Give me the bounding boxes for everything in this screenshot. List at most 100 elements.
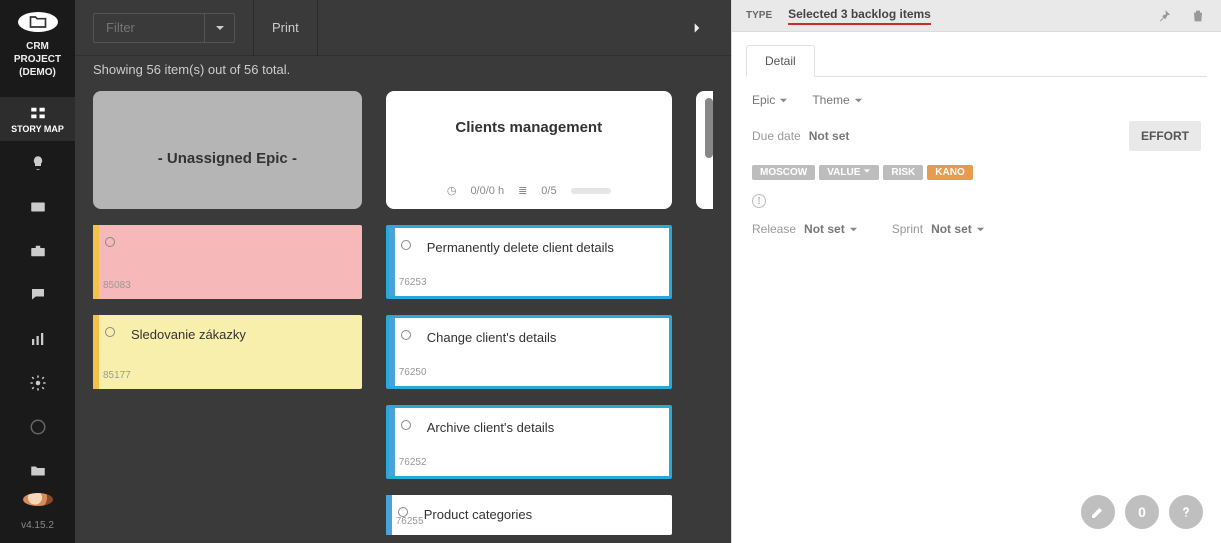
status-dot-icon	[401, 420, 411, 430]
count-button[interactable]: 0	[1125, 495, 1159, 529]
backlog-card[interactable]: Sledovanie zákazky 85177	[93, 315, 362, 389]
showing-count: Showing 56 item(s) out of 56 total.	[75, 56, 731, 87]
card-title: Permanently delete client details	[427, 240, 659, 257]
caret-down-icon	[779, 96, 788, 105]
sidebar-item-reports[interactable]	[0, 317, 75, 361]
due-date-value[interactable]: Not set	[809, 129, 850, 143]
grid-icon	[29, 104, 47, 122]
tag-risk[interactable]: RISK	[883, 165, 923, 180]
project-name: CRM PROJECT (DEMO)	[0, 40, 75, 79]
filter-dropdown-button[interactable]	[204, 13, 234, 43]
panel-actions: 0	[1081, 495, 1203, 529]
sidebar: CRM PROJECT (DEMO) STORY MAP v4.15.2	[0, 0, 75, 543]
pencil-icon	[1090, 504, 1106, 520]
filter-input[interactable]	[94, 20, 204, 35]
sidebar-item-label: STORY MAP	[11, 124, 64, 134]
card-id: 85083	[103, 280, 131, 291]
sprint-dropdown[interactable]: Not set	[931, 222, 985, 236]
topbar: Print	[75, 0, 731, 56]
chart-icon	[29, 330, 47, 348]
gear-icon	[29, 374, 47, 392]
collapse-panel-button[interactable]	[681, 12, 713, 44]
progress-bar	[571, 188, 611, 194]
sidebar-item-settings[interactable]	[0, 361, 75, 405]
epic-progress: 0/5	[541, 185, 556, 197]
chevron-right-icon	[690, 21, 704, 35]
tab-detail[interactable]: Detail	[746, 45, 815, 77]
circle-icon	[29, 418, 47, 436]
column-clients-management: Clients management ◷ 0/0/0 h ≣ 0/5 Perma…	[386, 91, 672, 525]
card-stripe	[386, 495, 392, 535]
status-dot-icon	[105, 327, 115, 337]
epic-header-unassigned[interactable]: - Unassigned Epic -	[93, 91, 362, 209]
briefcase-icon	[29, 242, 47, 260]
warning-icon: !	[752, 194, 766, 208]
selection-title: Selected 3 backlog items	[788, 7, 931, 25]
release-dropdown[interactable]: Not set	[804, 222, 858, 236]
epic-time: 0/0/0 h	[470, 185, 504, 197]
edit-button[interactable]	[1081, 495, 1115, 529]
type-label: TYPE	[746, 10, 772, 21]
backlog-card[interactable]: 85083	[93, 225, 362, 299]
pin-icon	[1156, 8, 1172, 24]
sprint-label: Sprint	[892, 222, 923, 236]
tag-value[interactable]: VALUE	[819, 165, 879, 180]
filter-control	[93, 13, 235, 43]
backlog-card[interactable]: Permanently delete client details 76253	[386, 225, 672, 299]
card-stripe	[93, 315, 99, 389]
column-unassigned-epic: - Unassigned Epic - 85083 Sledovanie zák…	[93, 91, 362, 525]
tag-kano[interactable]: KANO	[927, 165, 972, 180]
print-button[interactable]: Print	[272, 20, 299, 35]
card-id: 85177	[103, 370, 131, 381]
chat-icon	[29, 286, 47, 304]
sidebar-item-sprints[interactable]	[0, 229, 75, 273]
question-icon	[1178, 504, 1194, 520]
sidebar-item-backlog[interactable]	[0, 185, 75, 229]
sidebar-item-chat[interactable]	[0, 273, 75, 317]
separator	[317, 0, 318, 56]
list-icon: ≣	[518, 184, 527, 197]
panel-header: TYPE Selected 3 backlog items	[732, 0, 1221, 32]
pin-button[interactable]	[1155, 7, 1173, 25]
user-avatar[interactable]	[23, 493, 53, 506]
folder-icon	[28, 12, 48, 32]
delete-button[interactable]	[1189, 7, 1207, 25]
project-logo[interactable]	[18, 12, 58, 32]
card-stripe	[389, 318, 395, 386]
clock-icon: ◷	[447, 184, 457, 197]
panel-tabs: Detail	[732, 32, 1221, 77]
card-title: Archive client's details	[427, 420, 659, 437]
backlog-card[interactable]: Change client's details 76250	[386, 315, 672, 389]
card-id: 76250	[399, 367, 427, 378]
status-dot-icon	[105, 237, 115, 247]
status-dot-icon	[401, 240, 411, 250]
epic-header-clients-management[interactable]: Clients management ◷ 0/0/0 h ≣ 0/5	[386, 91, 672, 209]
help-button[interactable]	[1169, 495, 1203, 529]
card-stripe	[389, 408, 395, 476]
backlog-card[interactable]: Archive client's details 76252	[386, 405, 672, 479]
card-id: 76255	[396, 516, 424, 527]
lightbulb-icon	[29, 154, 47, 172]
epic-title: - Unassigned Epic -	[158, 150, 297, 167]
story-map-board: - Unassigned Epic - 85083 Sledovanie zák…	[75, 87, 731, 543]
sidebar-item-folder[interactable]	[0, 449, 75, 493]
sidebar-item-wheel[interactable]	[0, 405, 75, 449]
backlog-card[interactable]: Product categories 76255	[386, 495, 672, 535]
card-stripe	[389, 228, 395, 296]
card-title: Product categories	[424, 507, 662, 524]
caret-down-icon	[215, 23, 225, 33]
sidebar-item-ideas[interactable]	[0, 141, 75, 185]
caret-down-icon	[849, 225, 858, 234]
priority-tags: MOSCOW VALUE RISK KANO	[752, 165, 1201, 180]
epic-dropdown[interactable]: Epic	[752, 93, 788, 107]
sidebar-item-story-map[interactable]: STORY MAP	[0, 97, 75, 141]
tag-moscow[interactable]: MOSCOW	[752, 165, 815, 180]
scrollbar-thumb[interactable]	[705, 98, 713, 158]
release-label: Release	[752, 222, 796, 236]
caret-down-icon	[854, 96, 863, 105]
main-area: Print Showing 56 item(s) out of 56 total…	[75, 0, 731, 543]
card-stripe	[93, 225, 99, 299]
effort-button[interactable]: EFFORT	[1129, 121, 1201, 151]
theme-dropdown[interactable]: Theme	[812, 93, 862, 107]
card-title: Sledovanie zákazky	[131, 327, 352, 344]
